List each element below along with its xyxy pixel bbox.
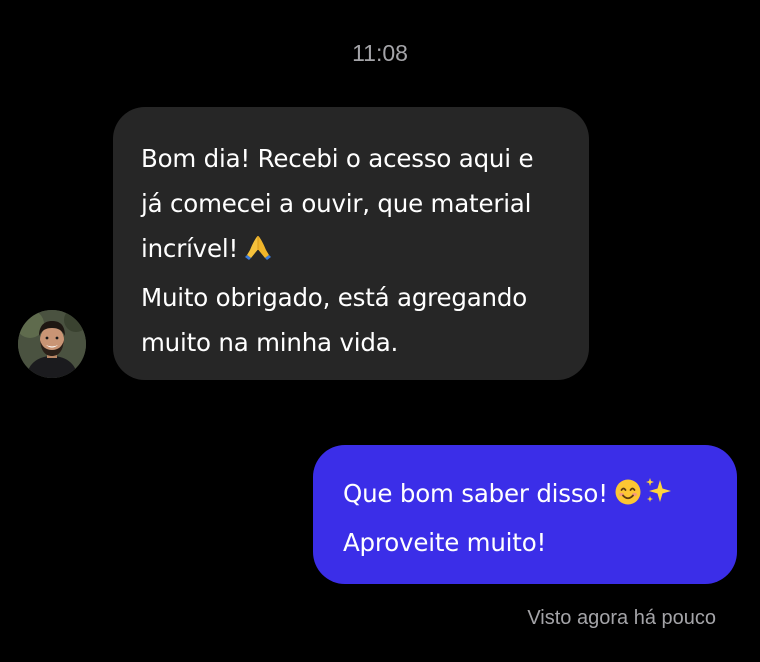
incoming-message-line: Muito obrigado, está agregando [141,283,528,312]
seen-status: Visto agora há pouco [527,607,716,629]
message-timestamp: 11:08 [352,40,408,66]
contact-avatar[interactable] [18,310,86,378]
outgoing-message-line-with-emoji: Que bom saber disso! [343,471,721,520]
incoming-message-line: Bom dia! Recebi o acesso aqui e [141,144,534,173]
incoming-message-line: muito na minha vida. [141,328,399,357]
sparkles-emoji-icon [644,475,674,520]
incoming-message-bubble[interactable]: Bom dia! Recebi o acesso aqui e já comec… [113,107,589,380]
outgoing-message-bubble[interactable]: Que bom saber disso! Aproveite muito! [313,445,737,584]
outgoing-message-line: Que bom saber disso! [343,479,608,508]
folded-hands-emoji-icon [244,230,272,275]
incoming-message-line: incrível! [141,234,239,263]
smiling-face-emoji-icon [614,475,642,520]
incoming-message-line: já comecei a ouvir, que material [141,189,532,218]
outgoing-message-line: Aproveite muito! [343,528,547,557]
incoming-message-line-with-emoji: incrível! [141,226,569,275]
